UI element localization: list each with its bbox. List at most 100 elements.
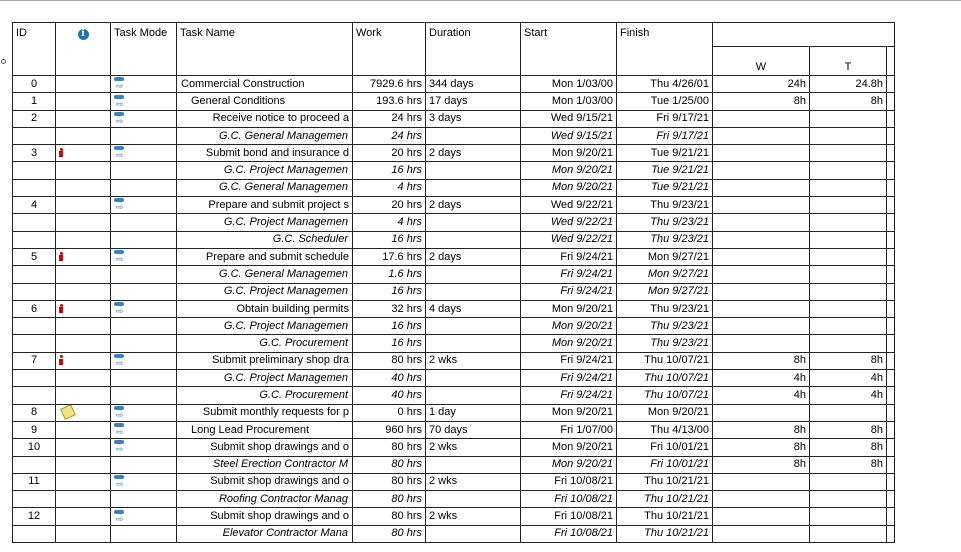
cell-work-t[interactable] [809,178,887,198]
cell-duration[interactable]: 2 days [425,144,521,163]
cell-work-t[interactable] [809,299,887,319]
cell-task-name[interactable]: Submit shop drawings and o [176,472,353,492]
cell-indicators[interactable] [55,109,111,128]
cell-work[interactable]: 16 hrs [352,282,426,301]
cell-work[interactable]: 16 hrs [352,161,426,180]
cell-duration[interactable] [425,386,521,405]
cell-duration[interactable]: 2 wks [425,472,521,492]
column-header-finish[interactable]: Finish [616,22,713,76]
cell-indicators[interactable] [55,472,111,492]
task-row[interactable]: 9 ⇨ Long Lead Procurement 960 hrs 70 days Fri… [12,420,895,440]
cell-start[interactable]: Mon 9/20/21 [520,455,617,474]
cell-task-mode[interactable] [110,213,177,232]
cell-work-w[interactable] [712,178,810,198]
cell-indicators[interactable] [55,213,111,232]
cell-indicators[interactable] [55,265,111,284]
cell-work-w[interactable] [712,507,810,526]
cell-work-next[interactable] [886,490,895,509]
cell-work[interactable]: 4 hrs [352,178,426,198]
cell-id[interactable] [12,386,56,405]
task-row[interactable]: 10 ⇨ Submit shop drawings and o 80 hrs 2 wks… [12,438,895,457]
overallocated-person-icon[interactable] [59,147,63,158]
cell-work-t[interactable]: 8h [809,420,887,440]
cell-work-w[interactable] [712,490,810,509]
cell-work-next[interactable] [886,178,895,198]
cell-work-t[interactable]: 8h [809,92,887,111]
cell-duration[interactable] [425,455,521,474]
cell-work-t[interactable]: 8h [809,455,887,474]
cell-duration[interactable]: 344 days [425,74,521,94]
cell-work-t[interactable]: 4h [809,386,887,405]
cell-id[interactable]: 5 [12,247,56,267]
cell-start[interactable]: Wed 9/22/21 [520,230,617,249]
assignment-row[interactable]: G.C. Project Managemen 4 hrs Wed 9/22/21 Th… [12,213,895,232]
task-row[interactable]: 12 ⇨ Submit shop drawings and o 80 hrs 2 wks… [12,507,895,526]
cell-id[interactable] [12,282,56,301]
cell-id[interactable] [12,230,56,249]
cell-start[interactable]: Fri 10/08/21 [520,472,617,492]
column-header-id[interactable]: ID [12,22,56,76]
cell-work-next[interactable] [886,230,895,249]
cell-id[interactable] [12,178,56,198]
cell-work-t[interactable] [809,213,887,232]
cell-task-mode[interactable] [110,369,177,388]
cell-work-w[interactable] [712,144,810,163]
cell-finish[interactable]: Mon 9/27/21 [616,265,713,284]
cell-work[interactable]: 80 hrs [352,524,426,544]
cell-start[interactable]: Fri 10/08/21 [520,507,617,526]
cell-task-name[interactable]: Obtain building permits [176,299,353,319]
cell-work[interactable]: 193.6 hrs [352,92,426,111]
cell-work-w[interactable] [712,317,810,336]
cell-work-t[interactable] [809,161,887,180]
cell-start[interactable]: Fri 9/24/21 [520,369,617,388]
task-row[interactable]: 2 ⇨ Receive notice to proceed a 24 hrs 3 day… [12,109,895,128]
cell-task-name[interactable]: Roofing Contractor Manag [176,490,353,509]
cell-work-t[interactable]: 8h [809,351,887,371]
cell-work-w[interactable] [712,403,810,422]
cell-duration[interactable] [425,317,521,336]
cell-indicators[interactable] [55,74,111,94]
cell-start[interactable]: Mon 9/20/21 [520,299,617,319]
cell-indicators[interactable] [55,386,111,405]
cell-id[interactable]: 6 [12,299,56,319]
cell-task-mode[interactable] [110,161,177,180]
cell-task-mode[interactable]: ⇨ [110,109,177,128]
cell-indicators[interactable] [55,317,111,336]
cell-indicators[interactable] [55,334,111,353]
cell-id[interactable] [12,524,56,544]
cell-work-next[interactable] [886,213,895,232]
cell-finish[interactable]: Tue 9/21/21 [616,144,713,163]
cell-task-name[interactable]: Prepare and submit schedule [176,247,353,267]
column-header-work[interactable]: Work [352,22,426,76]
cell-work-next[interactable] [886,369,895,388]
cell-indicators[interactable] [55,161,111,180]
cell-finish[interactable]: Thu 10/07/21 [616,386,713,405]
assignment-row[interactable]: G.C. General Managemen 24 hrs Wed 9/15/21 F… [12,126,895,146]
cell-start[interactable]: Mon 9/20/21 [520,334,617,353]
cell-work-next[interactable] [886,524,895,544]
cell-task-name[interactable]: G.C. General Managemen [176,178,353,198]
assignment-row[interactable]: G.C. General Managemen 1.6 hrs Fri 9/24/21… [12,265,895,284]
cell-work[interactable]: 80 hrs [352,455,426,474]
assignment-row[interactable]: Steel Erection Contractor M 80 hrs Mon 9/2… [12,455,895,474]
cell-id[interactable] [12,369,56,388]
cell-work[interactable]: 40 hrs [352,386,426,405]
cell-duration[interactable] [425,282,521,301]
cell-task-name[interactable]: General Conditions [176,92,353,111]
cell-finish[interactable]: Thu 10/21/21 [616,524,713,544]
cell-task-mode[interactable] [110,455,177,474]
cell-work-w[interactable]: 8h [712,351,810,371]
cell-work-w[interactable] [712,230,810,249]
cell-work[interactable]: 17.6 hrs [352,247,426,267]
cell-work-next[interactable] [886,386,895,405]
cell-work-t[interactable] [809,282,887,301]
cell-finish[interactable]: Tue 1/25/00 [616,92,713,111]
cell-task-mode[interactable] [110,490,177,509]
cell-indicators[interactable] [55,144,111,163]
cell-start[interactable]: Mon 9/20/21 [520,144,617,163]
cell-work[interactable]: 80 hrs [352,490,426,509]
cell-work[interactable]: 0 hrs [352,403,426,422]
cell-work-w[interactable]: 4h [712,369,810,388]
cell-finish[interactable]: Mon 9/27/21 [616,247,713,267]
cell-work[interactable]: 24 hrs [352,109,426,128]
